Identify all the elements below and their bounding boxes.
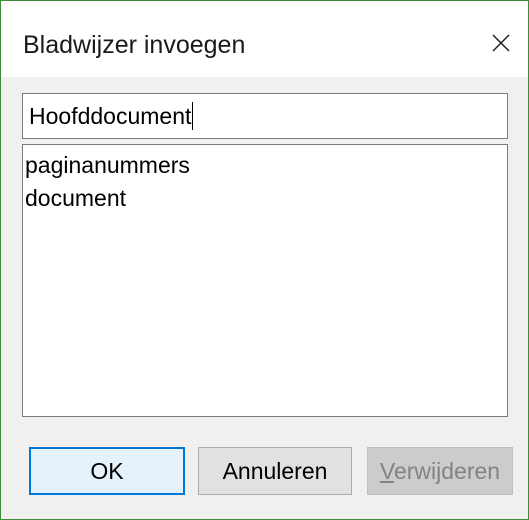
bookmark-list[interactable]: paginanummers document	[22, 144, 508, 417]
bookmark-name-input[interactable]: Hoofddocument	[22, 93, 508, 139]
list-item[interactable]: paginanummers	[23, 149, 507, 182]
cancel-button[interactable]: Annuleren	[198, 447, 352, 495]
close-icon	[492, 34, 510, 52]
list-item[interactable]: document	[23, 182, 507, 215]
text-caret	[192, 102, 194, 130]
close-button[interactable]	[481, 23, 521, 63]
ok-button[interactable]: OK	[29, 447, 185, 495]
delete-button[interactable]: Verwijderen	[367, 447, 513, 495]
title-bar: Bladwijzer invoegen	[1, 1, 528, 77]
dialog-title: Bladwijzer invoegen	[23, 31, 246, 59]
insert-bookmark-dialog: Bladwijzer invoegen Hoofddocument pagina…	[0, 0, 529, 520]
bookmark-name-value: Hoofddocument	[29, 102, 192, 129]
delete-button-label: Verwijderen	[379, 457, 501, 484]
